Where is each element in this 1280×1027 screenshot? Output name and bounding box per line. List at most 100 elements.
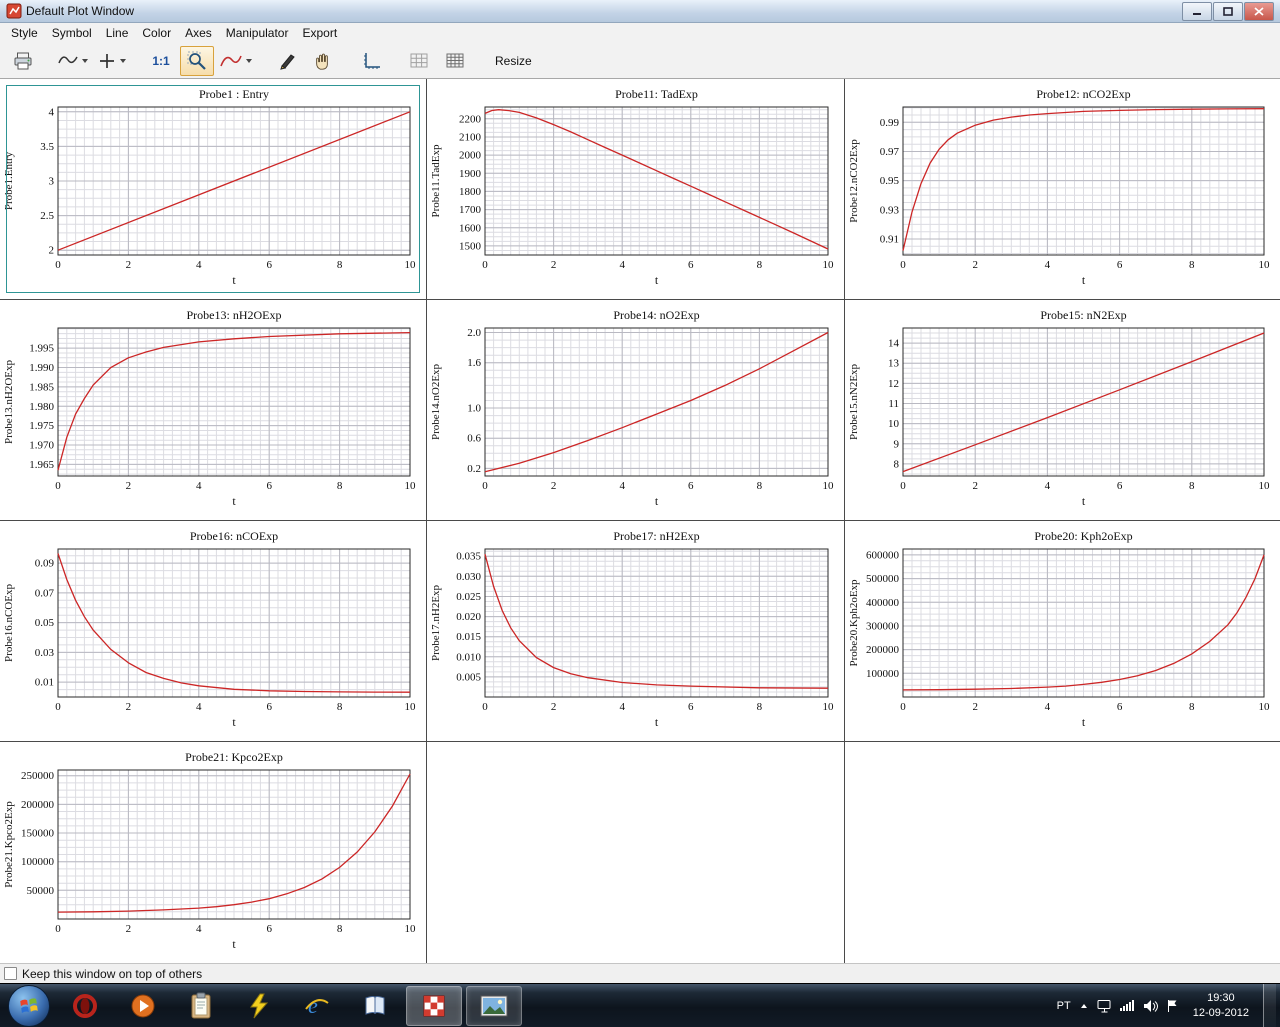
svg-text:0: 0 [55,701,61,713]
menu-manipulator[interactable]: Manipulator [219,24,296,42]
one-to-one-button[interactable]: 1:1 [144,46,178,76]
svg-text:4: 4 [196,259,202,271]
chart-cell-probe14-no2exp[interactable]: 02468100.20.61.01.62.0Probe14: nO2ExptPr… [427,300,845,521]
chart-cell-probe21-kpco2exp[interactable]: 024681050000100000150000200000250000Prob… [0,742,427,963]
svg-text:500000: 500000 [866,573,900,585]
chart-cell-probe12-nco2exp[interactable]: 02468100.910.930.950.970.99Probe12: nCO2… [845,79,1280,300]
resize-button[interactable]: Resize [486,46,541,76]
svg-text:4: 4 [1045,259,1051,271]
menu-style[interactable]: Style [4,24,45,42]
grid-button[interactable] [402,46,436,76]
menu-axes[interactable]: Axes [178,24,219,42]
taskbar-app-media-player[interactable] [116,987,170,1025]
svg-text:2: 2 [126,480,132,492]
svg-text:6: 6 [688,480,694,492]
keep-on-top-checkbox[interactable] [4,967,17,980]
svg-text:10: 10 [405,480,417,492]
menu-color[interactable]: Color [135,24,178,42]
svg-text:1.985: 1.985 [29,381,54,393]
svg-text:Probe11: TadExp: Probe11: TadExp [615,87,698,101]
title-bar[interactable]: Default Plot Window [0,0,1280,23]
tray-signal-icon[interactable] [1120,999,1135,1012]
show-desktop-button[interactable] [1263,984,1276,1027]
svg-text:8: 8 [337,701,343,713]
symbol-dropdown[interactable] [94,46,130,76]
print-button[interactable] [6,46,40,76]
svg-text:50000: 50000 [27,885,55,897]
svg-text:300000: 300000 [866,621,900,633]
taskbar-app-notes[interactable] [348,987,402,1025]
menu-export[interactable]: Export [295,24,344,42]
minimize-button-icon[interactable] [1182,2,1212,21]
chart-cell-probe17-nh2exp[interactable]: 02468100.0050.0100.0150.0200.0250.0300.0… [427,521,845,742]
tray-chevron-up-icon[interactable] [1079,1002,1089,1010]
svg-text:8: 8 [757,259,763,271]
image-viewer-icon [480,995,508,1017]
dense-grid-button[interactable] [438,46,472,76]
svg-text:200000: 200000 [866,644,900,656]
chart-svg: 02468100.010.030.050.070.09Probe16: nCOE… [0,521,426,741]
svg-text:8: 8 [1189,480,1195,492]
chart-cell-probe16-ncoexp[interactable]: 02468100.010.030.050.070.09Probe16: nCOE… [0,521,427,742]
svg-text:0: 0 [55,923,61,935]
menu-line[interactable]: Line [99,24,136,42]
windows-logo-icon [19,996,39,1016]
svg-text:Probe13: nH2OExp: Probe13: nH2OExp [187,308,282,322]
taskbar-app-lightning[interactable] [232,987,286,1025]
close-button-icon[interactable] [1244,2,1274,21]
svg-text:0: 0 [900,480,906,492]
window-title: Default Plot Window [26,4,134,18]
svg-text:4: 4 [196,923,202,935]
start-button[interactable] [8,985,50,1027]
taskbar-app-internet-explorer[interactable]: e [290,987,344,1025]
svg-text:10: 10 [405,259,417,271]
svg-text:4: 4 [619,701,625,713]
resize-button-label: Resize [489,54,538,68]
svg-text:0.03: 0.03 [35,647,55,659]
svg-text:6: 6 [1117,701,1123,713]
taskbar-app-image-viewer[interactable] [466,986,522,1026]
line-style-dropdown[interactable] [54,46,92,76]
taskbar-app-clipboard[interactable] [174,987,228,1025]
svg-text:0.99: 0.99 [880,117,900,129]
pan-button[interactable] [306,46,340,76]
chart-svg: 02468101.9651.9701.9751.9801.9851.9901.9… [0,300,426,520]
hand-icon [313,51,333,71]
tray-action-center-flag-icon[interactable] [1166,999,1179,1013]
taskbar-clock[interactable]: 19:30 12-09-2012 [1187,991,1255,1021]
svg-text:200000: 200000 [21,799,55,811]
pen-button[interactable] [270,46,304,76]
svg-text:1.990: 1.990 [29,362,54,374]
chart-cell-probe11-tadexp[interactable]: 024681015001600170018001900200021002200P… [427,79,845,300]
chart-cell-probe13-nh2oexp[interactable]: 02468101.9651.9701.9751.9801.9851.9901.9… [0,300,427,521]
taskbar-app-browser[interactable] [58,987,112,1025]
taskbar-app-plot-tool[interactable] [406,986,462,1026]
svg-text:4: 4 [1045,480,1051,492]
menu-symbol[interactable]: Symbol [45,24,99,42]
svg-text:t: t [1082,715,1086,729]
svg-text:1700: 1700 [459,204,482,216]
language-indicator[interactable]: PT [1057,1000,1071,1012]
svg-text:9: 9 [894,438,900,450]
tray-network-icon[interactable] [1097,999,1112,1013]
svg-text:Probe11.TadExp: Probe11.TadExp [430,144,442,218]
chart-cell-probe20-kph2oexp[interactable]: 0246810100000200000300000400000500000600… [845,521,1280,742]
curve-dropdown[interactable] [216,46,256,76]
zoom-box-button[interactable] [180,46,214,76]
status-bar: Keep this window on top of others [0,963,1280,983]
tray-volume-icon[interactable] [1143,999,1158,1013]
maximize-button-icon[interactable] [1213,2,1243,21]
svg-text:2.5: 2.5 [40,210,54,222]
svg-text:Probe20: Kph2oExp: Probe20: Kph2oExp [1034,529,1132,543]
empty-plot-cell [845,742,1280,963]
chart-cell-probe15-nn2exp[interactable]: 0246810891011121314Probe15: nN2ExptProbe… [845,300,1280,521]
svg-text:8: 8 [757,480,763,492]
svg-text:Probe21.Kpco2Exp: Probe21.Kpco2Exp [3,801,15,888]
svg-text:6: 6 [1117,480,1123,492]
svg-text:t: t [232,715,236,729]
chart-cell-probe1-entry[interactable]: 024681022.533.54Probe1 : EntrytProbe1.En… [0,79,427,300]
svg-text:10: 10 [823,259,835,271]
chart-svg: 024681015001600170018001900200021002200P… [427,79,844,299]
axes-button[interactable] [354,46,388,76]
svg-text:2: 2 [49,245,55,257]
